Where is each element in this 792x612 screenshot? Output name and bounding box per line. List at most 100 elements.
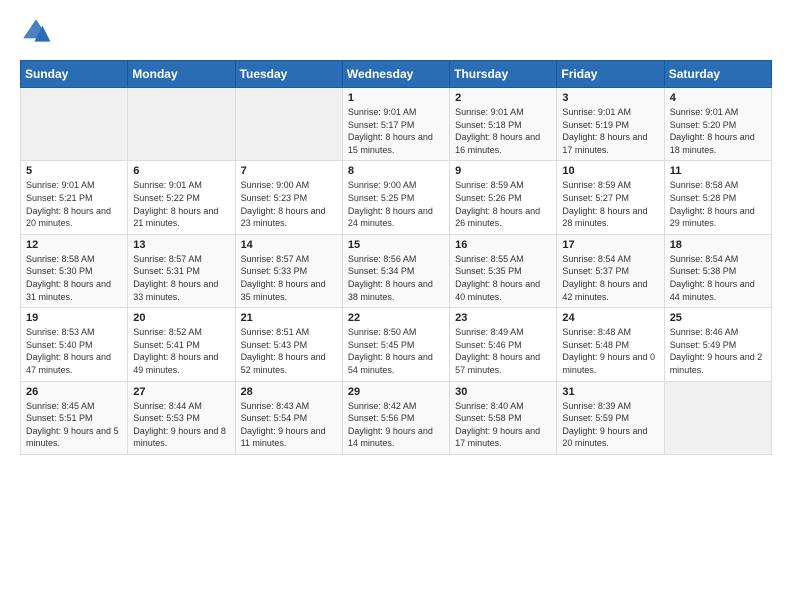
day-number: 5: [26, 165, 122, 177]
day-cell: 9Sunrise: 8:59 AMSunset: 5:26 PMDaylight…: [450, 161, 557, 234]
weekday-header-tuesday: Tuesday: [235, 61, 342, 88]
day-number: 10: [562, 165, 658, 177]
day-number: 22: [348, 312, 444, 324]
day-cell: [664, 381, 771, 454]
day-cell: 21 Sunrise: 8:51 AMSunset: 5:43 PMDayligh…: [235, 308, 342, 381]
day-info: Sunrise: 8:46 AMSunset: 5:49 PMDaylight:…: [670, 326, 766, 376]
week-row-2: 5 Sunrise: 9:01 AMSunset: 5:21 PMDaylight…: [21, 161, 772, 234]
day-info: Sunrise: 9:01 AMSunset: 5:22 PMDaylight:…: [133, 179, 229, 229]
day-info: Sunrise: 8:42 AMSunset: 5:56 PMDaylight:…: [348, 400, 444, 450]
day-number: 9: [455, 165, 551, 177]
day-cell: [21, 88, 128, 161]
logo: [20, 16, 56, 48]
day-cell: 8 Sunrise: 9:00 AMSunset: 5:25 PMDaylight…: [342, 161, 449, 234]
day-cell: 16 Sunrise: 8:55 AMSunset: 5:35 PMDayligh…: [450, 234, 557, 307]
day-info: Sunrise: 9:00 AMSunset: 5:23 PMDaylight:…: [241, 179, 337, 229]
page: SundayMondayTuesdayWednesdayThursdayFrid…: [0, 0, 792, 475]
day-number: 21: [241, 312, 337, 324]
weekday-header-thursday: Thursday: [450, 61, 557, 88]
day-info: Sunrise: 9:01 AMSunset: 5:21 PMDaylight:…: [26, 179, 122, 229]
day-info: Sunrise: 8:48 AMSunset: 5:48 PMDaylight:…: [562, 326, 658, 376]
day-cell: 23 Sunrise: 8:49 AMSunset: 5:46 PMDayligh…: [450, 308, 557, 381]
day-info: Sunrise: 9:00 AMSunset: 5:25 PMDaylight:…: [348, 179, 444, 229]
day-number: 30: [455, 386, 551, 398]
day-info: Sunrise: 8:44 AMSunset: 5:53 PMDaylight:…: [133, 400, 229, 450]
day-number: 18: [670, 239, 766, 251]
day-cell: 22 Sunrise: 8:50 AMSunset: 5:45 PMDayligh…: [342, 308, 449, 381]
day-cell: 30 Sunrise: 8:40 AMSunset: 5:58 PMDayligh…: [450, 381, 557, 454]
day-number: 1: [348, 92, 444, 104]
day-info: Sunrise: 8:56 AMSunset: 5:34 PMDaylight:…: [348, 253, 444, 303]
day-number: 3: [562, 92, 658, 104]
day-number: 24: [562, 312, 658, 324]
day-cell: 27Sunrise: 8:44 AMSunset: 5:53 PMDayligh…: [128, 381, 235, 454]
day-info: Sunrise: 8:49 AMSunset: 5:46 PMDaylight:…: [455, 326, 551, 376]
day-info: Sunrise: 9:01 AMSunset: 5:20 PMDaylight:…: [670, 106, 766, 156]
day-cell: 13 Sunrise: 8:57 AMSunset: 5:31 PMDayligh…: [128, 234, 235, 307]
weekday-header-sunday: Sunday: [21, 61, 128, 88]
week-row-3: 12Sunrise: 8:58 AMSunset: 5:30 PMDayligh…: [21, 234, 772, 307]
day-cell: 19 Sunrise: 8:53 AMSunset: 5:40 PMDayligh…: [21, 308, 128, 381]
day-number: 19: [26, 312, 122, 324]
weekday-header-monday: Monday: [128, 61, 235, 88]
day-number: 6: [133, 165, 229, 177]
day-number: 4: [670, 92, 766, 104]
day-info: Sunrise: 8:40 AMSunset: 5:58 PMDaylight:…: [455, 400, 551, 450]
day-number: 11: [670, 165, 766, 177]
day-number: 7: [241, 165, 337, 177]
day-cell: 6 Sunrise: 9:01 AMSunset: 5:22 PMDaylight…: [128, 161, 235, 234]
calendar-table: SundayMondayTuesdayWednesdayThursdayFrid…: [20, 60, 772, 455]
day-number: 14: [241, 239, 337, 251]
day-cell: 25Sunrise: 8:46 AMSunset: 5:49 PMDayligh…: [664, 308, 771, 381]
day-cell: 5 Sunrise: 9:01 AMSunset: 5:21 PMDaylight…: [21, 161, 128, 234]
day-cell: [235, 88, 342, 161]
day-cell: 26Sunrise: 8:45 AMSunset: 5:51 PMDayligh…: [21, 381, 128, 454]
day-info: Sunrise: 8:53 AMSunset: 5:40 PMDaylight:…: [26, 326, 122, 376]
day-cell: 12Sunrise: 8:58 AMSunset: 5:30 PMDayligh…: [21, 234, 128, 307]
weekday-header-saturday: Saturday: [664, 61, 771, 88]
day-number: 15: [348, 239, 444, 251]
day-info: Sunrise: 8:43 AMSunset: 5:54 PMDaylight:…: [241, 400, 337, 450]
day-info: Sunrise: 8:52 AMSunset: 5:41 PMDaylight:…: [133, 326, 229, 376]
weekday-header-row: SundayMondayTuesdayWednesdayThursdayFrid…: [21, 61, 772, 88]
day-info: Sunrise: 8:45 AMSunset: 5:51 PMDaylight:…: [26, 400, 122, 450]
day-cell: 2Sunrise: 9:01 AMSunset: 5:18 PMDaylight…: [450, 88, 557, 161]
day-info: Sunrise: 9:01 AMSunset: 5:18 PMDaylight:…: [455, 106, 551, 156]
day-number: 16: [455, 239, 551, 251]
day-cell: 14 Sunrise: 8:57 AMSunset: 5:33 PMDayligh…: [235, 234, 342, 307]
day-info: Sunrise: 8:51 AMSunset: 5:43 PMDaylight:…: [241, 326, 337, 376]
day-number: 20: [133, 312, 229, 324]
day-cell: 3 Sunrise: 9:01 AMSunset: 5:19 PMDaylight…: [557, 88, 664, 161]
day-number: 8: [348, 165, 444, 177]
day-info: Sunrise: 8:58 AMSunset: 5:30 PMDaylight:…: [26, 253, 122, 303]
day-number: 29: [348, 386, 444, 398]
day-info: Sunrise: 8:57 AMSunset: 5:31 PMDaylight:…: [133, 253, 229, 303]
day-cell: 10 Sunrise: 8:59 AMSunset: 5:27 PMDayligh…: [557, 161, 664, 234]
day-info: Sunrise: 8:39 AMSunset: 5:59 PMDaylight:…: [562, 400, 658, 450]
day-number: 17: [562, 239, 658, 251]
weekday-header-friday: Friday: [557, 61, 664, 88]
day-cell: 1 Sunrise: 9:01 AMSunset: 5:17 PMDaylight…: [342, 88, 449, 161]
day-cell: 17Sunrise: 8:54 AMSunset: 5:37 PMDayligh…: [557, 234, 664, 307]
week-row-4: 19 Sunrise: 8:53 AMSunset: 5:40 PMDayligh…: [21, 308, 772, 381]
day-number: 23: [455, 312, 551, 324]
day-info: Sunrise: 8:57 AMSunset: 5:33 PMDaylight:…: [241, 253, 337, 303]
day-number: 13: [133, 239, 229, 251]
weekday-header-wednesday: Wednesday: [342, 61, 449, 88]
day-info: Sunrise: 9:01 AMSunset: 5:19 PMDaylight:…: [562, 106, 658, 156]
day-cell: 31Sunrise: 8:39 AMSunset: 5:59 PMDayligh…: [557, 381, 664, 454]
day-info: Sunrise: 9:01 AMSunset: 5:17 PMDaylight:…: [348, 106, 444, 156]
day-cell: 24 Sunrise: 8:48 AMSunset: 5:48 PMDayligh…: [557, 308, 664, 381]
day-info: Sunrise: 8:55 AMSunset: 5:35 PMDaylight:…: [455, 253, 551, 303]
day-info: Sunrise: 8:58 AMSunset: 5:28 PMDaylight:…: [670, 179, 766, 229]
day-cell: 20 Sunrise: 8:52 AMSunset: 5:41 PMDayligh…: [128, 308, 235, 381]
day-info: Sunrise: 8:54 AMSunset: 5:38 PMDaylight:…: [670, 253, 766, 303]
header: [20, 16, 772, 48]
day-info: Sunrise: 8:59 AMSunset: 5:27 PMDaylight:…: [562, 179, 658, 229]
day-info: Sunrise: 8:50 AMSunset: 5:45 PMDaylight:…: [348, 326, 444, 376]
day-cell: [128, 88, 235, 161]
day-cell: 29 Sunrise: 8:42 AMSunset: 5:56 PMDayligh…: [342, 381, 449, 454]
day-cell: 18 Sunrise: 8:54 AMSunset: 5:38 PMDayligh…: [664, 234, 771, 307]
week-row-1: 1 Sunrise: 9:01 AMSunset: 5:17 PMDaylight…: [21, 88, 772, 161]
day-cell: 15 Sunrise: 8:56 AMSunset: 5:34 PMDayligh…: [342, 234, 449, 307]
